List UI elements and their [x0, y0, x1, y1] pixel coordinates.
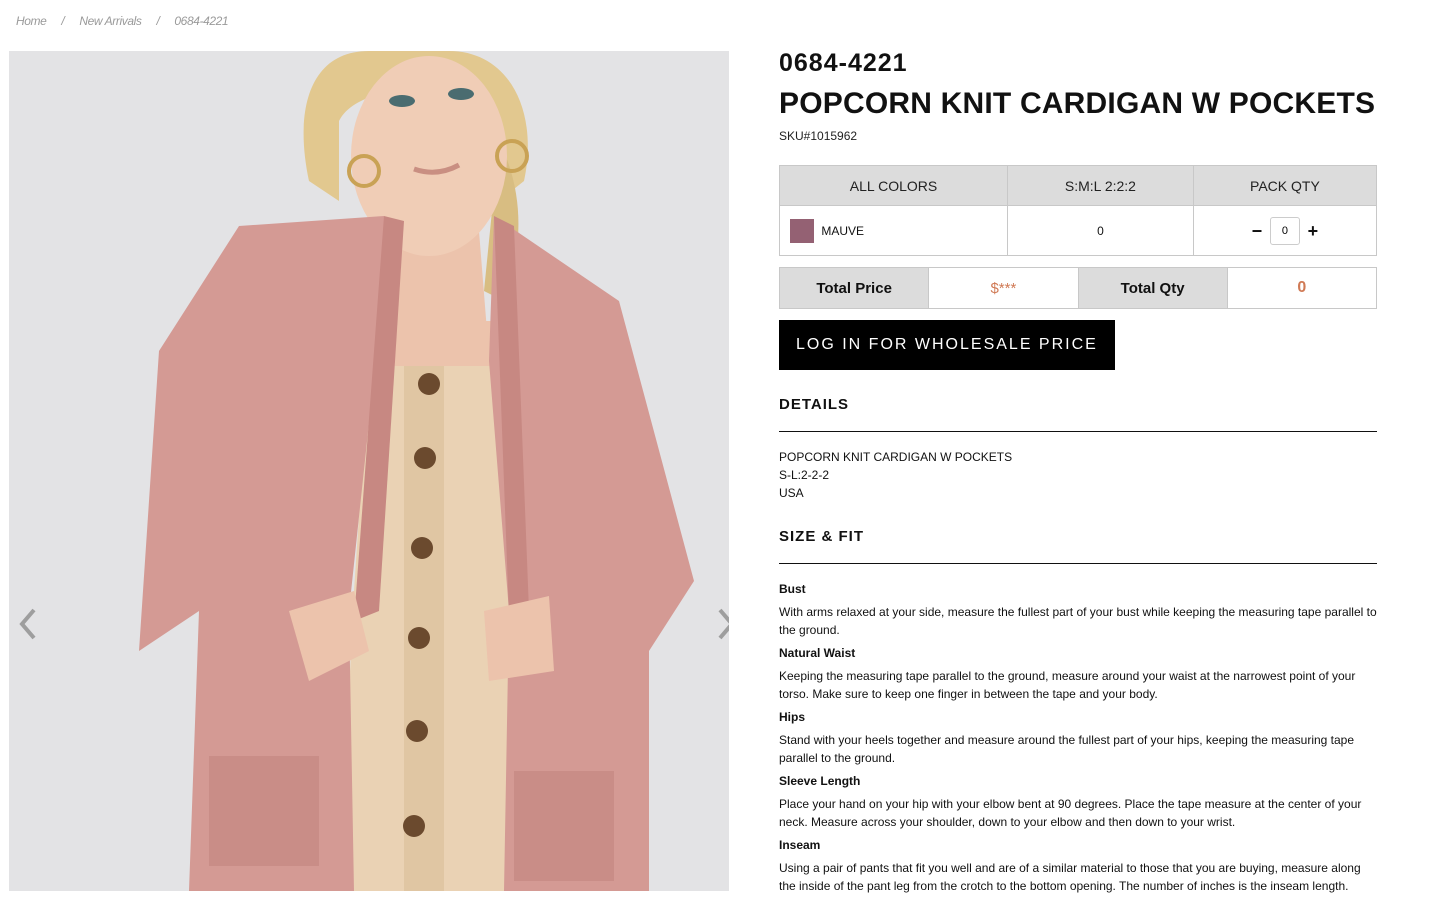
product-title: POPCORN KNIT CARDIGAN W POCKETS: [779, 87, 1376, 120]
size-fit-section-title: SIZE & FIT: [779, 528, 1377, 564]
size-ratio-header: S:M:L 2:2:2: [1007, 165, 1194, 206]
decrease-qty-button[interactable]: −: [1250, 222, 1264, 240]
fit-text-hips: Stand with your heels together and measu…: [779, 733, 1355, 765]
quantity-input[interactable]: [1269, 216, 1300, 245]
product-info-panel: 0684-4221 POPCORN KNIT CARDIGAN W POCKET…: [779, 48, 1378, 895]
fit-text-sleeve: Place your hand on your hip with your el…: [779, 797, 1362, 829]
details-line: USA: [779, 486, 804, 500]
order-matrix-table: ALL COLORS S:M:L 2:2:2 PACK QTY MAUVE 0 …: [779, 165, 1378, 256]
details-line: POPCORN KNIT CARDIGAN W POCKETS: [779, 450, 1013, 464]
fit-heading-inseam: Inseam: [779, 838, 821, 852]
order-matrix-header: ALL COLORS S:M:L 2:2:2 PACK QTY: [779, 165, 1378, 206]
fit-heading-bust: Bust: [779, 582, 806, 596]
totals-bar: Total Price $*** Total Qty 0: [779, 267, 1377, 309]
login-wholesale-button[interactable]: LOG IN FOR WHOLESALE PRICE: [779, 320, 1115, 370]
fit-heading-waist: Natural Waist: [779, 646, 856, 660]
pack-qty-header: PACK QTY: [1192, 165, 1378, 206]
color-cell: MAUVE: [779, 205, 1008, 256]
total-qty-value: 0: [1226, 268, 1376, 308]
color-name: MAUVE: [821, 223, 865, 238]
details-content: POPCORN KNIT CARDIGAN W POCKETS S-L:2-2-…: [779, 448, 1377, 502]
fit-text-bust: With arms relaxed at your side, measure …: [779, 605, 1377, 637]
breadcrumb-separator: /: [61, 14, 65, 28]
breadcrumb-category-link[interactable]: New Arrivals: [79, 14, 142, 28]
color-swatch: [790, 218, 814, 243]
breadcrumb: Home / New Arrivals / 0684-4221: [16, 14, 229, 28]
fit-heading-sleeve: Sleeve Length: [779, 774, 861, 788]
gallery-next-arrow[interactable]: [715, 606, 729, 642]
table-row: MAUVE 0 − +: [779, 205, 1378, 256]
chevron-right-icon: [715, 606, 729, 642]
product-style-number: 0684-4221: [779, 49, 908, 77]
breadcrumb-separator: /: [156, 14, 160, 28]
size-fit-content: Bust With arms relaxed at your side, mea…: [779, 580, 1377, 895]
pack-count-cell: 0: [1007, 205, 1194, 256]
breadcrumb-home-link[interactable]: Home: [16, 14, 47, 28]
total-qty-label: Total Qty: [1078, 268, 1227, 308]
details-section-title: DETAILS: [779, 396, 1377, 432]
quantity-stepper: − +: [1250, 216, 1320, 245]
product-sku: SKU#1015962: [779, 129, 858, 143]
details-line: S-L:2-2-2: [779, 468, 830, 482]
fit-text-waist: Keeping the measuring tape parallel to t…: [779, 669, 1356, 701]
product-photo: [9, 51, 729, 891]
fit-heading-hips: Hips: [779, 710, 806, 724]
total-price-label: Total Price: [780, 268, 929, 308]
product-image-gallery[interactable]: [9, 51, 729, 891]
increase-qty-button[interactable]: +: [1306, 222, 1320, 240]
gallery-prev-arrow[interactable]: [17, 606, 39, 642]
qty-cell: − +: [1192, 205, 1378, 256]
total-price-value: $***: [928, 268, 1079, 308]
breadcrumb-current: 0684-4221: [174, 14, 229, 28]
fit-text-inseam: Using a pair of pants that fit you well …: [779, 861, 1361, 893]
all-colors-header: ALL COLORS: [779, 165, 1008, 206]
chevron-left-icon: [17, 606, 39, 642]
